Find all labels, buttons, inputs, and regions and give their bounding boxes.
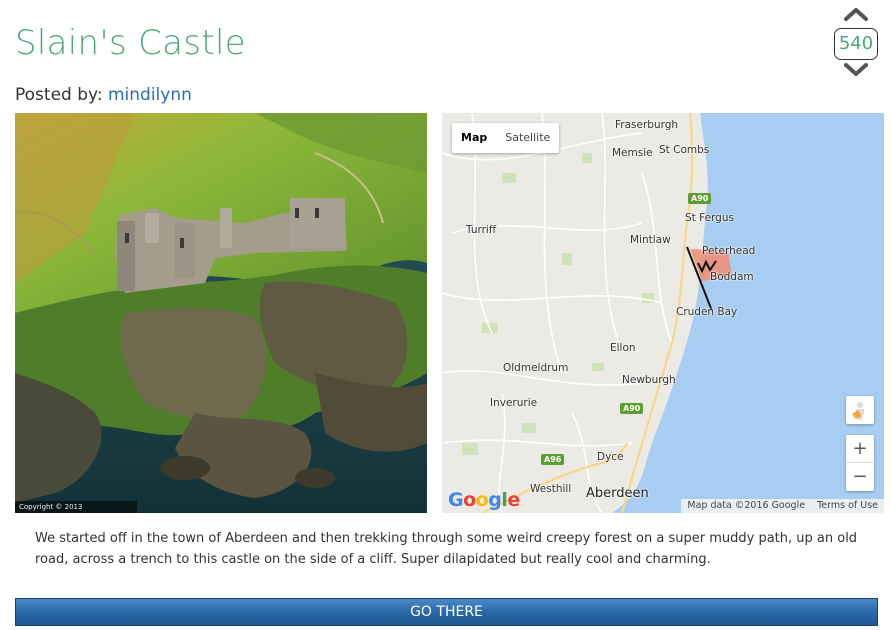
place-turriff: Turriff [466, 224, 497, 236]
go-there-button[interactable]: GO THERE [15, 598, 878, 626]
place-fraserburgh: Fraserburgh [615, 119, 679, 131]
posted-by: Posted by: mindilynn [15, 84, 192, 106]
map-type-map-button[interactable]: Map [452, 123, 496, 153]
vote-count: 540 [834, 28, 878, 60]
terms-of-use-link[interactable]: Terms of Use [817, 499, 878, 513]
posted-by-label: Posted by: [15, 85, 103, 105]
chevron-up-icon[interactable] [844, 6, 868, 22]
author-link[interactable]: mindilynn [108, 85, 192, 105]
map-data-credit: Map data ©2016 Google [687, 500, 806, 511]
map-widget[interactable]: Fraserburgh Memsie St Combs A90 St Fergu… [442, 113, 884, 513]
vote-widget: 540 [834, 6, 878, 82]
road-a90-north: A90 [688, 193, 712, 204]
castle-photo: Copyright © 2013 [15, 113, 427, 513]
chevron-down-icon[interactable] [844, 62, 868, 78]
place-peterhead: Peterhead [702, 245, 756, 257]
place-dyce: Dyce [597, 451, 624, 463]
photo-copyright: Copyright © 2013 [15, 501, 137, 513]
map-attribution: Map data ©2016 Google Terms of Use [681, 499, 884, 513]
zoom-in-button[interactable]: + [846, 435, 874, 463]
place-st-fergus: St Fergus [685, 212, 734, 224]
map-type-control: Map Satellite [452, 123, 560, 153]
place-mintlaw: Mintlaw [630, 234, 671, 246]
place-westhill: Westhill [530, 483, 572, 495]
place-ellon: Ellon [610, 342, 636, 354]
zoom-control: + − [846, 435, 874, 491]
road-a90-south: A90 [620, 403, 644, 414]
map-type-satellite-button[interactable]: Satellite [496, 123, 559, 153]
place-inverurie: Inverurie [490, 397, 538, 409]
place-cruden-bay: Cruden Bay [676, 306, 738, 318]
post-title: Slain's Castle [15, 23, 246, 63]
google-logo: Google [448, 489, 520, 511]
zoom-out-button[interactable]: − [846, 463, 874, 491]
road-a96: A96 [541, 454, 565, 465]
pegman-icon[interactable] [846, 396, 874, 424]
place-st-combs: St Combs [659, 144, 710, 156]
post-description: We started off in the town of Aberdeen a… [35, 531, 858, 567]
place-boddam: Boddam [710, 271, 754, 283]
place-aberdeen: Aberdeen [586, 486, 649, 501]
place-newburgh: Newburgh [622, 374, 676, 386]
place-memsie: Memsie [612, 147, 653, 159]
place-oldmeldrum: Oldmeldrum [503, 362, 569, 374]
